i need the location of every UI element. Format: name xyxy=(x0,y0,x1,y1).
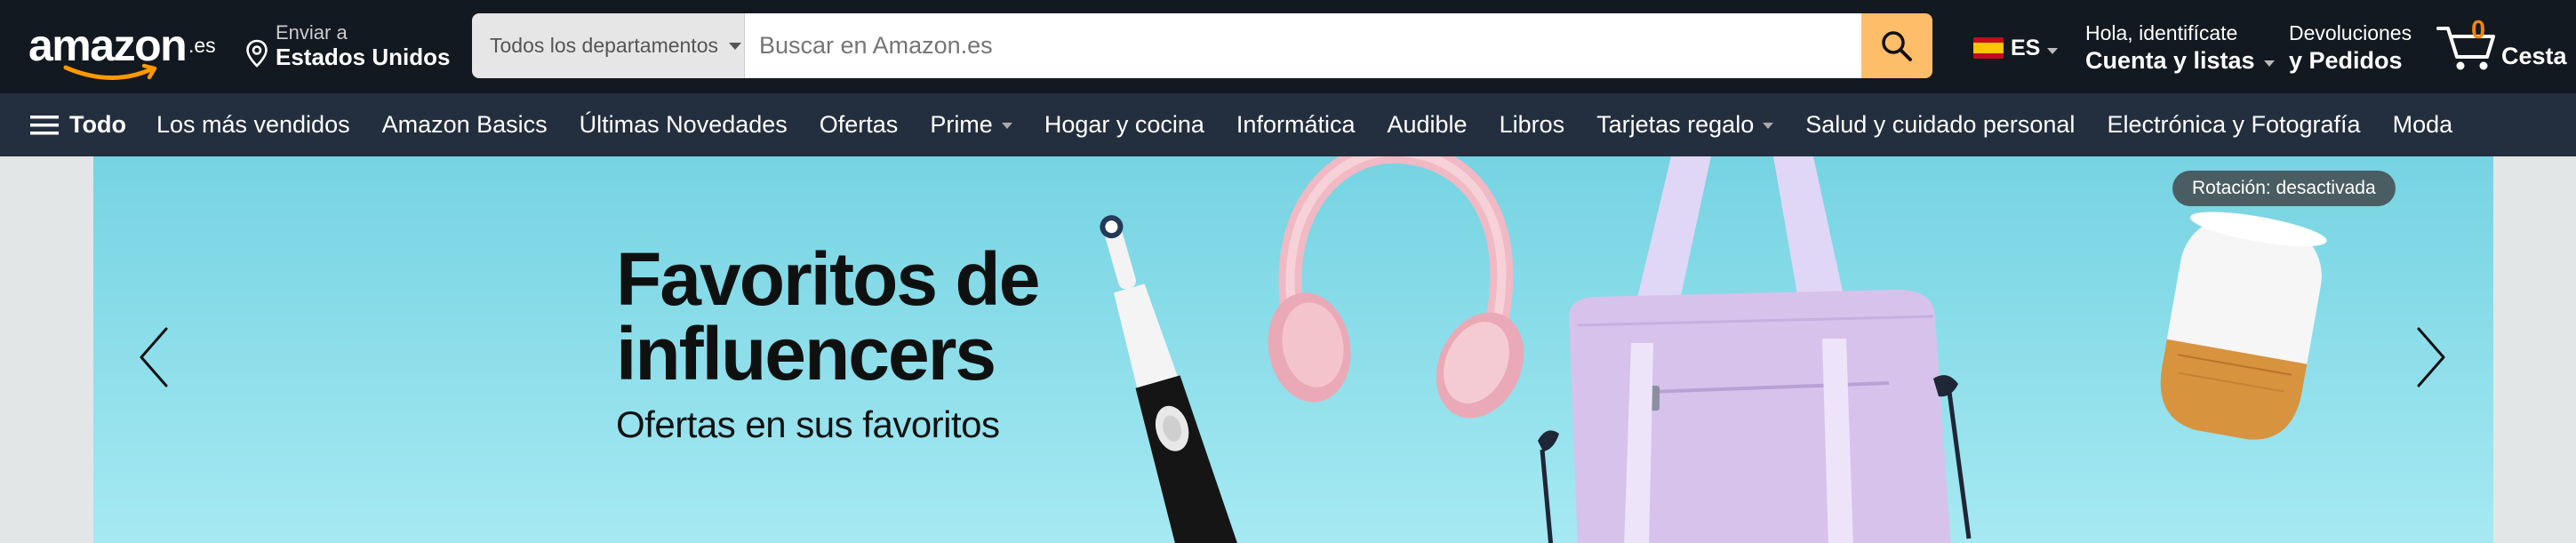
bag-image xyxy=(1538,156,1972,543)
carousel-next-button[interactable] xyxy=(2404,322,2458,393)
returns-label: Devoluciones xyxy=(2289,21,2412,44)
all-menu-label: Todo xyxy=(69,111,126,138)
rotation-toggle[interactable]: Rotación: desactivada xyxy=(2172,171,2396,206)
nav-item-home-kitchen[interactable]: Hogar y cocina xyxy=(1044,111,1204,139)
search-icon xyxy=(1882,30,1912,61)
hero-banner[interactable]: Favoritos de influencers Ofertas en sus … xyxy=(93,156,2493,543)
chevron-down-icon xyxy=(729,42,741,50)
orders-label: y Pedidos xyxy=(2289,47,2403,74)
candle-image xyxy=(2160,212,2327,440)
nav-item-audible[interactable]: Audible xyxy=(1387,111,1467,139)
smile-arrow-icon xyxy=(63,63,157,81)
nav-item-fashion[interactable]: Moda xyxy=(2393,111,2453,139)
spain-flag-icon xyxy=(1973,37,2004,59)
chevron-down-icon xyxy=(2263,60,2275,67)
nav-item-gift-cards[interactable]: Tarjetas regalo xyxy=(1596,111,1774,139)
nav-item-computers[interactable]: Informática xyxy=(1236,111,1356,139)
chevron-down-icon xyxy=(1763,123,1774,129)
cart-button[interactable]: 0 Cesta xyxy=(2436,16,2569,76)
department-label: Todos los departamentos xyxy=(490,34,718,57)
hero-subtitle: Ofertas en sus favoritos xyxy=(616,403,1000,445)
carousel-prev-button[interactable] xyxy=(127,322,180,393)
department-select[interactable]: Todos los departamentos xyxy=(472,13,745,78)
nav-item-health[interactable]: Salud y cuidado personal xyxy=(1805,111,2075,139)
nav-item-gift-cards-label: Tarjetas regalo xyxy=(1596,111,1755,138)
chevron-right-icon xyxy=(2417,327,2445,387)
location-pin-icon xyxy=(246,39,268,68)
deliver-label: Enviar a xyxy=(276,21,348,44)
chevron-left-icon xyxy=(140,327,168,387)
nav-item-electronics[interactable]: Electrónica y Fotografía xyxy=(2107,111,2360,139)
sub-nav: Todo Los más vendidos Amazon Basics Últi… xyxy=(0,93,2576,156)
nav-item-amazon-basics[interactable]: Amazon Basics xyxy=(382,111,548,139)
deliver-country: Estados Unidos xyxy=(276,44,451,70)
chevron-down-icon xyxy=(2047,47,2059,54)
search-bar: Todos los departamentos xyxy=(472,13,1932,78)
cart-icon xyxy=(2436,27,2495,70)
account-greeting: Hola, identifícate xyxy=(2085,21,2238,44)
nav-item-deals[interactable]: Ofertas xyxy=(820,111,899,139)
nav-item-best-sellers[interactable]: Los más vendidos xyxy=(156,111,350,139)
chevron-down-icon xyxy=(1001,123,1012,129)
hero-title: Favoritos de influencers xyxy=(616,237,1040,395)
search-button[interactable] xyxy=(1861,13,1932,78)
nav-item-books[interactable]: Libros xyxy=(1500,111,1565,139)
toothbrush-image xyxy=(1100,215,1238,543)
top-nav: amazon .es Enviar a Estados Unidos Todos… xyxy=(0,0,2576,93)
returns-orders[interactable]: Devoluciones y Pedidos xyxy=(2289,21,2412,75)
nav-item-prime-label: Prime xyxy=(930,111,993,138)
language-code: ES xyxy=(2011,35,2041,60)
account-lists[interactable]: Hola, identifícate Cuenta y listas xyxy=(2085,21,2275,75)
headphones-image xyxy=(1268,156,1524,419)
account-label: Cuenta y listas xyxy=(2085,47,2255,74)
hamburger-menu-icon xyxy=(30,115,59,134)
search-input[interactable] xyxy=(745,13,1861,78)
nav-item-prime[interactable]: Prime xyxy=(930,111,1012,139)
amazon-logo[interactable]: amazon .es xyxy=(25,16,220,81)
cart-label: Cesta xyxy=(2501,43,2567,69)
nav-item-new-releases[interactable]: Últimas Novedades xyxy=(580,111,788,139)
all-menu-button[interactable]: Todo xyxy=(30,111,126,139)
cart-count: 0 xyxy=(2471,16,2486,44)
language-selector[interactable]: ES xyxy=(1973,32,2059,64)
